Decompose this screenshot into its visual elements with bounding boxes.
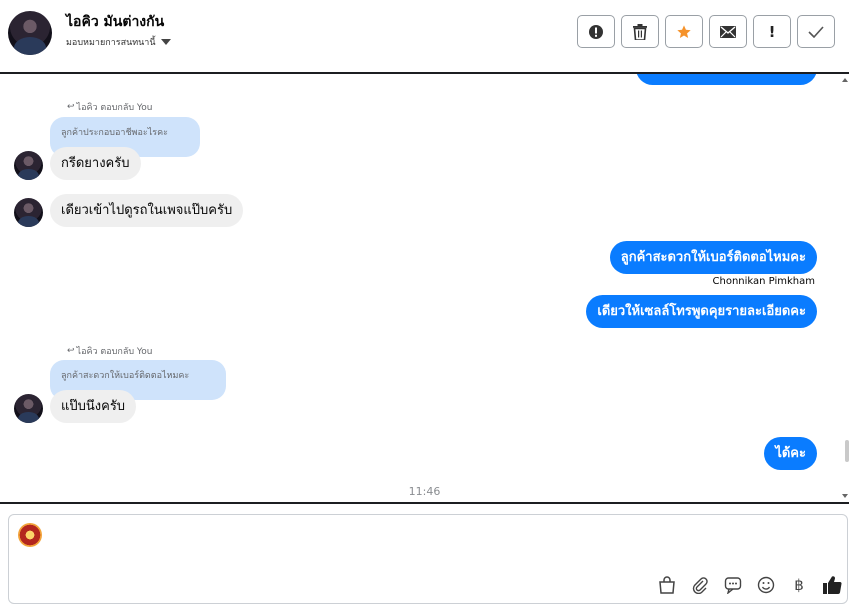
delete-button[interactable] xyxy=(621,15,659,48)
assign-conversation-dropdown[interactable]: มอบหมายการสนทนานี้ xyxy=(66,35,171,49)
reply-meta-text: ไอคิว ตอบกลับ You xyxy=(76,103,153,113)
conversation-header: ไอคิว มันต่างกัน มอบหมายการสนทนานี้ ! xyxy=(0,0,849,72)
thumbs-up-icon[interactable] xyxy=(822,575,842,595)
scrollbar-thumb[interactable] xyxy=(845,440,849,462)
trash-icon xyxy=(633,23,647,40)
assign-label: มอบหมายการสนทนานี้ xyxy=(66,38,156,48)
reply-meta: ↩ ไอคิว ตอบกลับ You xyxy=(67,100,152,114)
contact-avatar-small[interactable] xyxy=(14,198,43,227)
reply-arrow-icon: ↩ xyxy=(67,346,75,356)
chat-bubble-icon[interactable] xyxy=(723,575,743,595)
reply-meta: ↩ ไอคิว ตอบกลับ You xyxy=(67,344,152,358)
done-button[interactable] xyxy=(797,15,835,48)
reply-meta-text: ไอคิว ตอบกลับ You xyxy=(76,347,153,357)
incoming-message[interactable]: เดียวเข้าไปดูรถในเพจแป๊บครับ xyxy=(50,194,244,227)
agent-avatar xyxy=(18,523,42,547)
mark-unread-button[interactable] xyxy=(709,15,747,48)
outgoing-message[interactable]: ได้คะ xyxy=(764,437,817,470)
contact-avatar[interactable] xyxy=(8,11,52,55)
composer-divider xyxy=(0,502,849,504)
scroll-down-arrow-icon[interactable] xyxy=(842,494,848,498)
message-thread: ↩ ไอคิว ตอบกลับ You ลูกค้าประกอบอาชีพอะไ… xyxy=(0,74,849,502)
incoming-message[interactable]: กรีดยางครับ xyxy=(50,147,141,180)
star-button[interactable] xyxy=(665,15,703,48)
alert-circle-icon xyxy=(589,24,603,39)
thread-scrollbar[interactable] xyxy=(841,74,849,502)
spam-button[interactable] xyxy=(577,15,615,48)
scroll-up-arrow-icon[interactable] xyxy=(842,78,848,82)
reply-arrow-icon: ↩ xyxy=(67,102,75,112)
checkmark-icon xyxy=(808,25,824,38)
message-composer[interactable]: ฿ xyxy=(8,514,848,604)
follow-up-button[interactable]: ! xyxy=(753,15,791,48)
shopping-bag-icon[interactable] xyxy=(657,575,677,595)
header-actions: ! xyxy=(577,15,835,48)
contact-name[interactable]: ไอคิว มันต่างกัน xyxy=(66,11,164,33)
message-timestamp: 11:46 xyxy=(408,485,441,498)
caret-down-icon xyxy=(160,39,171,45)
outgoing-message[interactable]: เดียวให้เซลล์โทรพูดคุยรายละเอียดคะ xyxy=(586,295,817,328)
star-icon xyxy=(677,24,691,38)
exclamation-icon: ! xyxy=(768,22,776,41)
incoming-message[interactable]: แป๊บนึงครับ xyxy=(50,390,137,423)
envelope-icon xyxy=(720,25,736,38)
sender-name: Chonnikan Pimkham xyxy=(712,276,815,287)
smiley-icon[interactable] xyxy=(756,575,776,595)
baht-icon[interactable]: ฿ xyxy=(789,575,809,595)
previous-outgoing-message[interactable] xyxy=(636,74,817,85)
outgoing-message[interactable]: ลูกค้าสะดวกให้เบอร์ติดตอไหมคะ xyxy=(609,241,817,274)
contact-avatar-small[interactable] xyxy=(14,394,43,423)
contact-avatar-small[interactable] xyxy=(14,151,43,180)
composer-toolbar: ฿ xyxy=(657,575,842,595)
paperclip-icon[interactable] xyxy=(690,575,710,595)
